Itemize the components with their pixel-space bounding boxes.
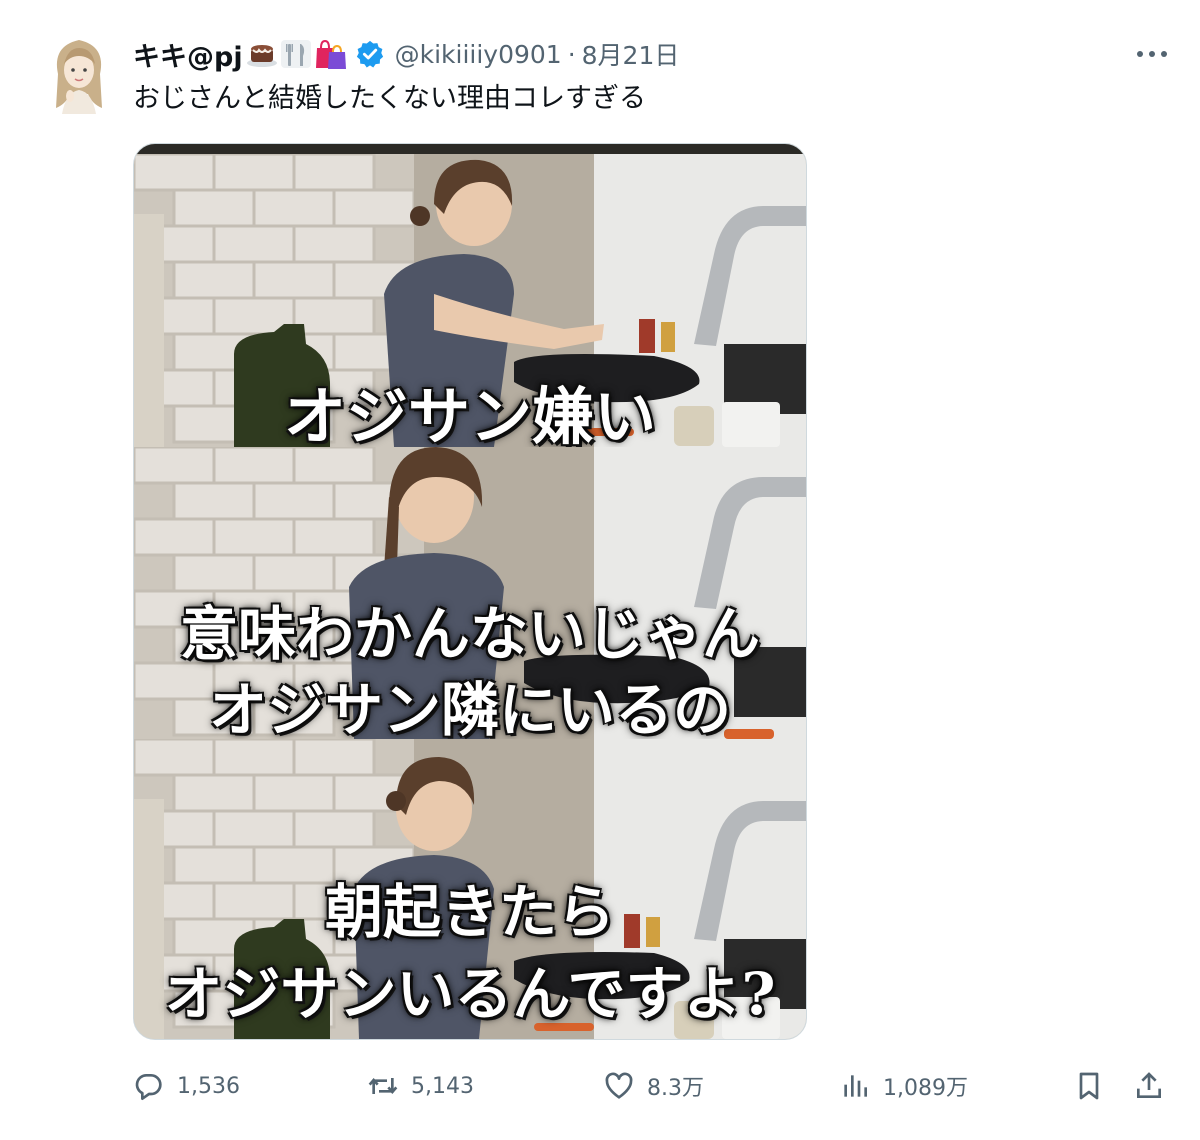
name-emojis — [245, 38, 347, 70]
tweet-header: キキ@pj @kikiiiiy0901 · 8月21日 — [133, 34, 679, 74]
cake-icon — [246, 45, 277, 67]
tweet-text: おじさんと結婚したくない理由コレすぎる — [133, 83, 646, 114]
media-panel-2: 意味わかんないじゃん オジサン隣にいるの — [134, 447, 806, 739]
verified-badge-icon[interactable] — [355, 39, 385, 69]
bookmark-button[interactable] — [1073, 1066, 1105, 1106]
shopping-bags-icon — [315, 39, 346, 69]
user-handle[interactable]: @kikiiiiy0901 — [395, 40, 562, 69]
panel-3-caption-line-2: オジサンいるんですよ? — [164, 960, 776, 1028]
like-button[interactable]: 8.3万 — [603, 1066, 704, 1106]
reply-button[interactable]: 1,536 — [133, 1066, 240, 1106]
tweet-media-image[interactable]: オジサン嫌い 意味わかんないじゃん オジサン隣にいるの 朝起きたら オジサンいる… — [133, 143, 807, 1040]
panel-3-caption-line-1: 朝起きたら — [324, 878, 615, 946]
like-count: 8.3万 — [647, 1076, 704, 1101]
panel-1-caption: オジサン嫌い — [283, 380, 656, 447]
display-name[interactable]: キキ@pj — [133, 35, 243, 74]
media-panel-3: 朝起きたら オジサンいるんですよ? — [134, 739, 806, 1039]
views-button[interactable]: 1,089万 — [839, 1066, 968, 1106]
view-count: 1,089万 — [883, 1076, 968, 1101]
tweet-date[interactable]: 8月21日 — [582, 36, 680, 72]
retweet-icon — [368, 1077, 398, 1095]
bar-chart-icon — [844, 1075, 867, 1097]
media-panel-1: オジサン嫌い — [134, 144, 806, 447]
panel-2-caption-line-1: 意味わかんないじゃん — [179, 600, 760, 668]
reply-icon — [135, 1074, 162, 1100]
panel-2-caption-line-2: オジサン隣にいるの — [208, 676, 731, 739]
tweet-actions: 1,536 5,143 8.3万 1,089万 — [133, 1066, 1173, 1106]
separator-dot: · — [567, 39, 576, 69]
bookmark-icon — [1079, 1072, 1099, 1100]
share-icon — [1137, 1072, 1161, 1098]
reply-count: 1,536 — [177, 1073, 240, 1099]
more-options-icon[interactable] — [1134, 40, 1170, 68]
share-button[interactable] — [1133, 1066, 1165, 1106]
heart-icon — [605, 1072, 633, 1099]
retweet-button[interactable]: 5,143 — [367, 1066, 474, 1106]
fork-knife-icon — [280, 40, 311, 68]
avatar[interactable] — [48, 34, 110, 114]
retweet-count: 5,143 — [411, 1073, 474, 1099]
